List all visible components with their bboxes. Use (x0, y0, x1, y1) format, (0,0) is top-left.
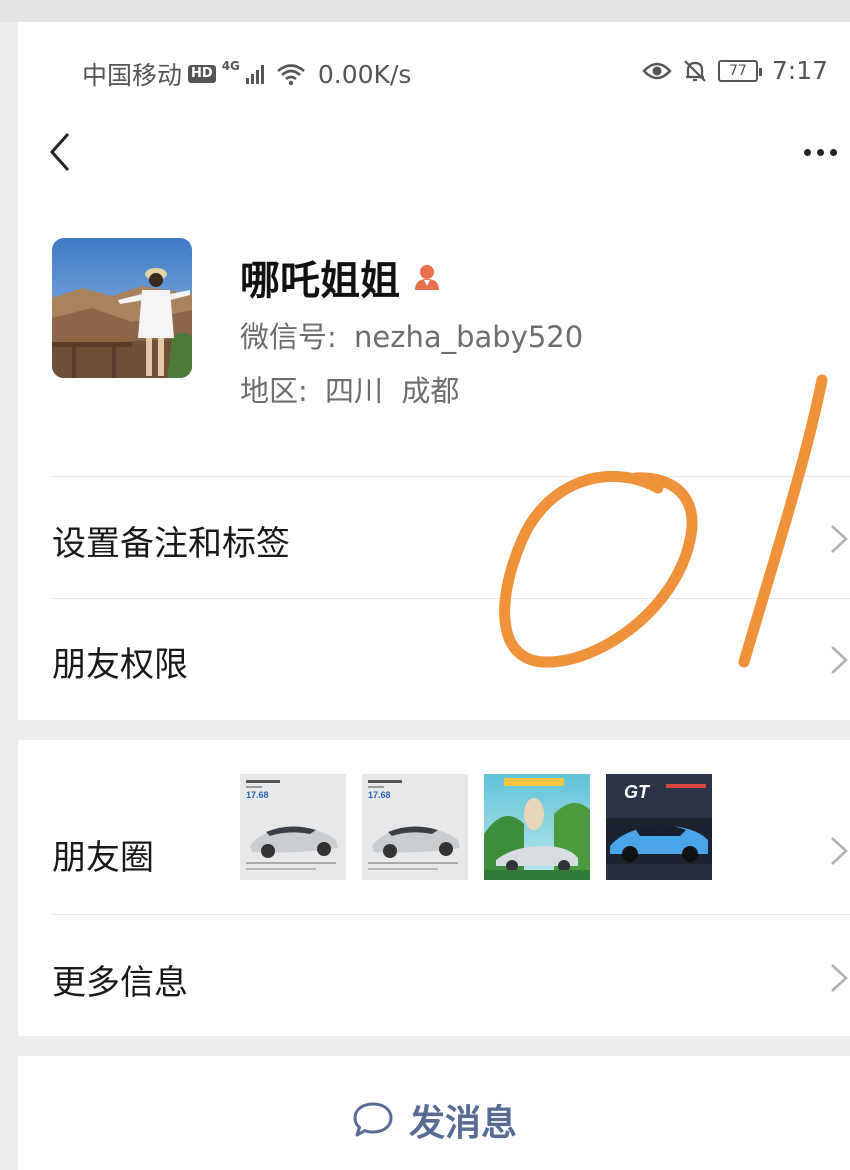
more-dot (816, 148, 824, 156)
top-strip (0, 0, 850, 22)
status-bar: 中国移动 HD 4G 0.00K/s 77 7:17 (18, 50, 850, 94)
region-line: 地区: 四川 成都 (240, 368, 459, 410)
clock-time: 7:17 (771, 56, 828, 85)
section-gap (18, 1036, 850, 1056)
chevron-right-icon (831, 837, 848, 865)
moments-thumbnail[interactable]: 17.68 (362, 774, 468, 880)
moments-label: 朋友圈 (52, 838, 154, 878)
more-dots-icon (803, 148, 811, 156)
network-type: 4G (221, 59, 240, 73)
region-label: 地区: (240, 374, 308, 408)
moments-thumbnail[interactable]: 17.68 (240, 774, 346, 880)
wechat-id-line: 微信号: nezha_baby520 (240, 314, 583, 356)
remark-tags-label: 设置备注和标签 (52, 524, 290, 564)
hd-icon: HD (188, 65, 216, 83)
price-text: 17.68 (246, 790, 269, 800)
eye-icon (642, 62, 672, 79)
signal-bars-icon (245, 64, 264, 84)
friend-permissions-row[interactable]: 朋友权限 (18, 599, 850, 719)
network-speed: 0.00K/s (317, 59, 412, 89)
moments-thumbnail[interactable] (484, 774, 590, 880)
chat-bubble-icon (353, 1102, 393, 1137)
moments-thumbnail[interactable]: GT (606, 774, 712, 880)
mute-bell-icon (684, 59, 706, 82)
divider (52, 476, 850, 477)
chevron-right-icon (831, 525, 848, 553)
more-options-button[interactable] (790, 130, 850, 174)
price-text: 17.68 (368, 790, 391, 800)
send-message-button[interactable]: 发消息 (18, 1090, 850, 1150)
chevron-right-icon (831, 964, 848, 992)
more-info-row[interactable]: 更多信息 (18, 915, 850, 1035)
nav-bar (18, 122, 850, 182)
female-gender-icon (415, 265, 439, 290)
avatar-photo (52, 238, 192, 378)
nickname-row: 哪吒姐姐 (240, 248, 442, 306)
nickname: 哪吒姐姐 (240, 258, 400, 304)
friend-permissions-label: 朋友权限 (52, 645, 188, 685)
chevron-right-icon (831, 646, 848, 674)
section-gap (18, 720, 850, 740)
more-dot (829, 148, 837, 156)
moments-thumbnails[interactable]: 17.68 17.68 GT (240, 774, 712, 880)
wechat-id-label: 微信号: (240, 320, 337, 354)
wifi-icon (277, 64, 305, 86)
send-message-label: 发消息 (408, 1103, 517, 1144)
region-value: 四川 成都 (325, 374, 460, 408)
more-info-label: 更多信息 (52, 963, 188, 1003)
back-button[interactable] (46, 130, 86, 174)
battery-level: 77 (728, 62, 747, 79)
avatar[interactable] (52, 238, 192, 378)
chevron-left-icon (49, 133, 70, 171)
battery-icon: 77 (717, 59, 762, 82)
contact-profile-page: 中国移动 HD 4G 0.00K/s 77 7:17 哪吒姐姐 微信号: nez… (18, 22, 850, 1170)
gt-logo-text: GT (624, 782, 651, 802)
carrier-name: 中国移动 (82, 61, 183, 90)
remark-tags-row[interactable]: 设置备注和标签 (18, 478, 850, 598)
wechat-id: nezha_baby520 (354, 320, 584, 354)
